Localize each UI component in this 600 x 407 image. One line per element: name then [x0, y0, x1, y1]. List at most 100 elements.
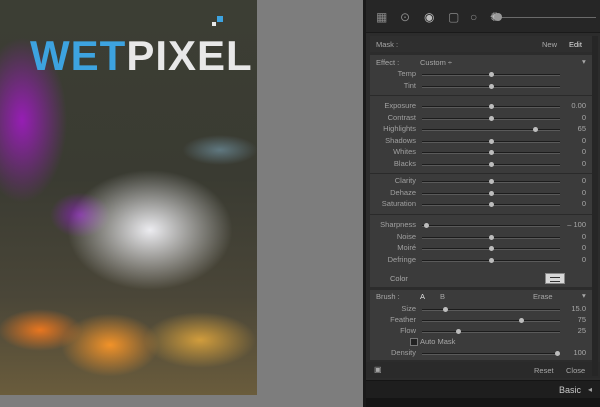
- panel-scrollbar[interactable]: [592, 36, 598, 376]
- group-divider: [370, 95, 592, 96]
- brush-feather-label: Feather: [390, 315, 416, 324]
- auto-mask-checkbox[interactable]: [410, 338, 418, 346]
- whites-slider-thumb[interactable]: [489, 150, 494, 155]
- tool-size-slider-thumb[interactable]: [494, 13, 502, 21]
- contrast-value[interactable]: 0: [562, 113, 586, 122]
- sharpness-slider-track[interactable]: [422, 225, 560, 227]
- noise-slider-thumb[interactable]: [489, 234, 494, 240]
- sharpness-label: Sharpness: [380, 220, 416, 229]
- tool-strip: ▦ ⊙ ◉ ▢ ○ ✺: [366, 0, 600, 33]
- effect-label: Effect :: [376, 58, 400, 67]
- photo-preview: WETPIXEL: [0, 0, 257, 395]
- brush-size-label: Size: [401, 304, 416, 313]
- brush-size-value[interactable]: 15.0: [562, 304, 586, 313]
- panel-footer-strip: [366, 398, 600, 407]
- effect-collapse-icon[interactable]: ▾: [582, 57, 586, 66]
- brush-size-slider-thumb[interactable]: [443, 307, 449, 312]
- tint-slider-thumb[interactable]: [489, 83, 494, 89]
- reset-button[interactable]: Reset: [534, 366, 554, 375]
- highlights-slider-track[interactable]: [422, 129, 560, 131]
- density-value[interactable]: 100: [562, 348, 586, 357]
- defringe-slider-thumb[interactable]: [489, 257, 494, 263]
- tool-size-slider-track[interactable]: [496, 17, 596, 18]
- brush-flow-slider-thumb[interactable]: [455, 329, 461, 334]
- moir--slider-thumb[interactable]: [489, 246, 494, 251]
- moir--value[interactable]: 0: [562, 243, 586, 252]
- brush-feather-slider-thumb[interactable]: [519, 318, 525, 323]
- spot-removal-icon[interactable]: ◉: [424, 11, 434, 23]
- crop-circle-icon[interactable]: ⊙: [400, 11, 410, 23]
- brush-flow-value[interactable]: 25: [562, 326, 586, 335]
- logo-mark-icon-small: [212, 22, 216, 26]
- brush-erase-button[interactable]: Erase: [533, 292, 553, 301]
- grid-icon[interactable]: ▦: [376, 11, 387, 23]
- mask-label: Mask :: [376, 40, 399, 49]
- mask-edit-button[interactable]: Edit: [569, 40, 582, 49]
- basic-expand-icon[interactable]: ◂: [588, 385, 592, 394]
- saturation-label: Saturation: [381, 199, 416, 208]
- group-divider: [370, 173, 592, 174]
- brush-a-button[interactable]: A: [420, 292, 425, 301]
- brush-label: Brush :: [376, 292, 400, 301]
- shadows-slider-thumb[interactable]: [489, 138, 494, 144]
- defringe-label: Defringe: [387, 254, 416, 264]
- contrast-slider-thumb[interactable]: [489, 115, 494, 121]
- blacks-value[interactable]: 0: [562, 159, 586, 168]
- logo-pixel: PIXEL: [126, 32, 253, 79]
- wetpixel-logo: WETPIXEL: [30, 32, 253, 80]
- effect-preset-dropdown[interactable]: Custom ÷: [420, 58, 452, 67]
- develop-right-panel: ▦ ⊙ ◉ ▢ ○ ✺ Mask : New Edit Effect : Cus…: [366, 0, 600, 407]
- noise-value[interactable]: 0: [562, 232, 586, 241]
- brush-collapse-icon[interactable]: ▾: [582, 291, 586, 300]
- density-slider-track[interactable]: [422, 353, 560, 355]
- highlights-label: Highlights: [383, 124, 416, 133]
- brush-feather-value[interactable]: 75: [562, 315, 586, 324]
- sharpness-value[interactable]: – 100: [562, 220, 586, 229]
- temp-slider-thumb[interactable]: [489, 72, 494, 77]
- blacks-label: Blacks: [393, 158, 416, 168]
- color-swatch[interactable]: [545, 273, 565, 284]
- contrast-label: Contrast: [387, 112, 416, 122]
- auto-mask-label: Auto Mask: [420, 337, 456, 346]
- mask-new-button[interactable]: New: [542, 40, 557, 49]
- moir--label: Moiré: [397, 243, 416, 252]
- dehaze-label: Dehaze: [390, 187, 416, 197]
- radial-filter-icon[interactable]: ○: [470, 11, 477, 23]
- tint-label: Tint: [403, 80, 416, 90]
- basic-panel-title: Basic: [559, 385, 582, 395]
- shadows-value[interactable]: 0: [562, 136, 586, 145]
- sharpness-slider-thumb[interactable]: [424, 223, 430, 228]
- saturation-slider-thumb[interactable]: [489, 202, 494, 207]
- clarity-slider-thumb[interactable]: [489, 179, 494, 184]
- blacks-slider-thumb[interactable]: [489, 161, 494, 167]
- brush-b-button[interactable]: B: [440, 292, 445, 301]
- toggle-switch-icon[interactable]: ▣: [374, 365, 382, 374]
- brush-feather-slider-track[interactable]: [422, 320, 560, 322]
- exposure-value[interactable]: 0.00: [562, 101, 586, 110]
- whites-label: Whites: [393, 147, 416, 156]
- defringe-value[interactable]: 0: [562, 255, 586, 264]
- noise-label: Noise: [396, 231, 416, 241]
- group-divider: [370, 213, 592, 215]
- shadows-label: Shadows: [385, 135, 416, 145]
- clarity-value[interactable]: 0: [562, 176, 586, 185]
- highlights-slider-thumb[interactable]: [533, 127, 539, 132]
- close-button[interactable]: Close: [566, 366, 585, 375]
- redeye-icon[interactable]: ▢: [448, 11, 459, 23]
- dehaze-value[interactable]: 0: [562, 188, 586, 197]
- effect-section: Effect : Custom ÷ ▾ Temp Tint Exposure 0.00…: [370, 55, 592, 287]
- clarity-label: Clarity: [394, 176, 416, 185]
- density-label: Density: [390, 348, 416, 357]
- whites-value[interactable]: 0: [562, 147, 586, 156]
- exposure-label: Exposure: [384, 101, 416, 110]
- exposure-slider-thumb[interactable]: [489, 104, 494, 109]
- brush-flow-slider-track[interactable]: [422, 331, 560, 333]
- basic-panel-header[interactable]: Basic ◂: [366, 380, 600, 399]
- brush-section: Brush : A B Erase ▾ Size 15.0 Feather 75 Flo…: [370, 290, 592, 360]
- saturation-value[interactable]: 0: [562, 199, 586, 208]
- highlights-value[interactable]: 65: [562, 124, 586, 133]
- logo-mark-icon: [217, 16, 223, 22]
- temp-label: Temp: [397, 69, 416, 78]
- density-slider-thumb[interactable]: [555, 351, 561, 356]
- dehaze-slider-thumb[interactable]: [489, 190, 494, 196]
